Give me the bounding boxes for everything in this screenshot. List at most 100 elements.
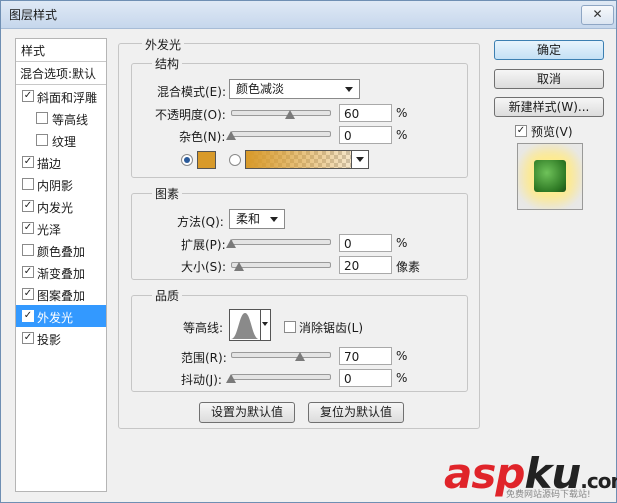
range-unit: % <box>396 349 408 363</box>
range-slider-thumb[interactable] <box>294 352 305 361</box>
style-item-checkbox[interactable] <box>22 178 34 190</box>
jitter-slider-thumb[interactable] <box>226 374 236 383</box>
gradient-dropdown-button[interactable] <box>351 150 369 169</box>
jitter-unit: % <box>396 371 408 385</box>
style-item[interactable]: ✓ 光泽 <box>16 217 106 239</box>
close-button[interactable]: ✕ <box>581 5 614 25</box>
elements-title: 图素 <box>152 185 183 202</box>
style-item[interactable]: ✓ 渐变叠加 <box>16 261 106 283</box>
size-unit: 像素 <box>396 260 421 274</box>
structure-title: 结构 <box>152 55 183 72</box>
style-item-label: 颜色叠加 <box>37 245 86 259</box>
range-label: 范围(R): <box>181 351 227 365</box>
style-list-header[interactable]: 样式 <box>16 39 106 62</box>
style-item[interactable]: ✓ 内发光 <box>16 195 106 217</box>
style-item[interactable]: ✓ 斜面和浮雕 <box>16 85 106 107</box>
contour-preview[interactable] <box>229 309 261 341</box>
method-value: 柔和 <box>236 212 261 226</box>
new-style-button[interactable]: 新建样式(W)... <box>494 97 604 117</box>
style-item-checkbox[interactable]: ✓ <box>22 222 34 234</box>
style-item-checkbox[interactable]: ✓ <box>22 200 34 212</box>
solid-color-radio[interactable] <box>181 154 193 166</box>
size-slider-thumb[interactable] <box>233 262 244 271</box>
size-slider[interactable] <box>231 262 331 268</box>
style-item-checkbox[interactable]: ✓ <box>22 90 34 102</box>
spread-label: 扩展(P): <box>181 238 226 252</box>
gradient-preview[interactable] <box>245 150 353 169</box>
spread-slider-thumb[interactable] <box>226 239 236 248</box>
opacity-slider[interactable] <box>231 110 331 116</box>
style-item-checkbox[interactable]: ✓ <box>22 156 34 168</box>
style-item[interactable]: ✓ 图案叠加 <box>16 283 106 305</box>
style-item-label: 内发光 <box>37 201 74 215</box>
contour-dropdown-button[interactable] <box>260 309 271 341</box>
preview-swatch <box>534 160 566 192</box>
opacity-label: 不透明度(O): <box>155 108 226 122</box>
style-item-checkbox[interactable] <box>22 244 34 256</box>
gradient-radio[interactable] <box>229 154 241 166</box>
noise-slider-thumb[interactable] <box>226 131 236 140</box>
style-item-checkbox[interactable]: ✓ <box>22 266 34 278</box>
style-item-label: 等高线 <box>52 113 89 127</box>
glow-color-swatch[interactable] <box>197 151 216 169</box>
size-input[interactable]: 20 <box>339 256 392 274</box>
watermark-subtitle: 免费网站源码下载站! <box>506 490 591 500</box>
style-item-checkbox[interactable] <box>36 112 48 124</box>
window-title: 图层样式 <box>9 8 58 22</box>
jitter-slider[interactable] <box>231 374 331 380</box>
opacity-unit: % <box>396 106 408 120</box>
style-item[interactable]: 颜色叠加 <box>16 239 106 261</box>
style-item[interactable]: ✓ 外发光 <box>16 305 106 327</box>
jitter-input[interactable]: 0 <box>339 369 392 387</box>
chevron-down-icon <box>270 217 278 222</box>
jitter-label: 抖动(J): <box>181 373 222 387</box>
blend-mode-dropdown[interactable]: 颜色减淡 <box>229 79 360 99</box>
blend-mode-label: 混合模式(E): <box>157 85 226 99</box>
noise-slider[interactable] <box>231 131 331 137</box>
style-item-checkbox[interactable]: ✓ <box>22 310 34 322</box>
style-item-label: 光泽 <box>37 223 62 237</box>
style-item[interactable]: ✓ 描边 <box>16 151 106 173</box>
style-list: 样式 混合选项:默认 ✓ 斜面和浮雕 等高线 纹理 ✓ 描边 内阴影 ✓ 内发光 ✓ 光泽 颜色叠加 ✓… <box>15 38 107 492</box>
blend-options-item[interactable]: 混合选项:默认 <box>16 62 106 85</box>
method-label: 方法(Q): <box>177 215 224 229</box>
quality-title: 品质 <box>152 287 183 304</box>
ok-button[interactable]: 确定 <box>494 40 604 60</box>
spread-unit: % <box>396 236 408 250</box>
style-item[interactable]: 纹理 <box>16 129 106 151</box>
style-item-label: 描边 <box>37 157 62 171</box>
range-input[interactable]: 70 <box>339 347 392 365</box>
style-item-checkbox[interactable]: ✓ <box>22 332 34 344</box>
size-label: 大小(S): <box>181 260 227 274</box>
contour-label: 等高线: <box>183 321 224 335</box>
antialias-checkbox[interactable] <box>284 321 296 333</box>
style-item-label: 内阴影 <box>37 179 74 193</box>
panel-title: 外发光 <box>142 36 185 53</box>
reset-default-button[interactable]: 复位为默认值 <box>308 402 404 423</box>
make-default-button[interactable]: 设置为默认值 <box>199 402 295 423</box>
blend-options-label: 混合选项:默认 <box>20 67 97 81</box>
style-item-checkbox[interactable] <box>36 134 48 146</box>
opacity-input[interactable]: 60 <box>339 104 392 122</box>
style-item[interactable]: ✓ 投影 <box>16 327 106 349</box>
spread-slider[interactable] <box>231 239 331 245</box>
method-dropdown[interactable]: 柔和 <box>229 209 285 229</box>
style-item[interactable]: 等高线 <box>16 107 106 129</box>
style-item-checkbox[interactable]: ✓ <box>22 288 34 300</box>
opacity-slider-thumb[interactable] <box>284 110 295 119</box>
cancel-button[interactable]: 取消 <box>494 69 604 89</box>
style-item[interactable]: 内阴影 <box>16 173 106 195</box>
title-bar: 图层样式 ✕ <box>1 1 616 29</box>
preview-checkbox[interactable]: ✓ <box>515 125 527 137</box>
contour-curve-icon <box>231 313 259 339</box>
noise-input[interactable]: 0 <box>339 126 392 144</box>
spread-input[interactable]: 0 <box>339 234 392 252</box>
layer-style-dialog: 图层样式 ✕ 样式 混合选项:默认 ✓ 斜面和浮雕 等高线 纹理 ✓ 描边 内阴影 ✓ 内发光 ✓… <box>0 0 617 503</box>
style-list-header-label: 样式 <box>21 44 46 58</box>
chevron-down-icon <box>262 322 268 326</box>
range-slider[interactable] <box>231 352 331 358</box>
style-item-label: 斜面和浮雕 <box>37 91 98 105</box>
antialias-label: 消除锯齿(L) <box>299 321 364 335</box>
style-item-label: 渐变叠加 <box>37 267 86 281</box>
style-item-label: 外发光 <box>37 311 74 325</box>
